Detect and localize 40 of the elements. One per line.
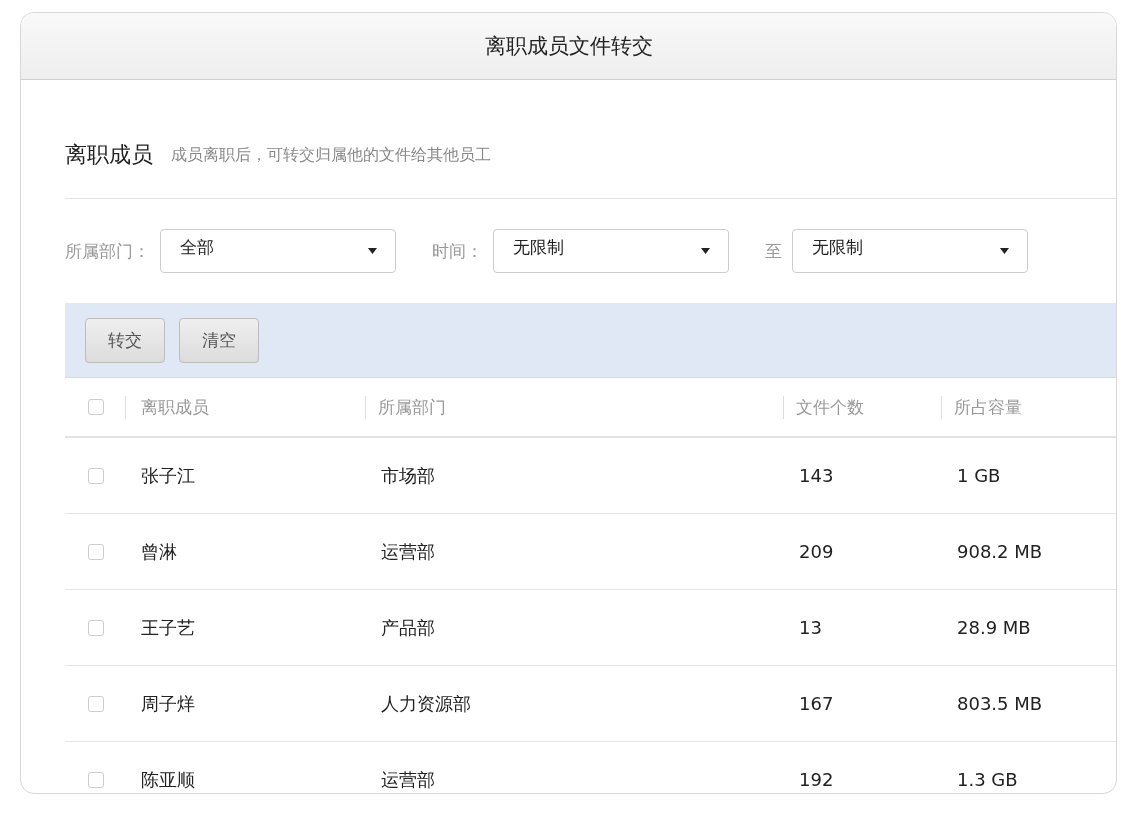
table-cell: 209 [799, 541, 834, 562]
table-cell: 28.9 MB [957, 617, 1031, 638]
table-cell: 167 [799, 693, 834, 714]
table-cell: 产品部 [381, 616, 435, 638]
table-cell: 王子艺 [141, 616, 195, 638]
table-cell: 周子烊 [141, 692, 195, 714]
dropdown[interactable]: 无限制 [792, 229, 1028, 273]
table-cell: 张子江 [141, 464, 195, 486]
caret-icon [368, 248, 377, 254]
filter-label: 所属部门： [65, 239, 150, 263]
dropdown[interactable]: 无限制 [493, 229, 729, 273]
checkbox[interactable] [88, 467, 104, 484]
table-cell: 陈亚顺 [141, 768, 195, 790]
section-title: 离职成员 [65, 141, 153, 169]
filter-label: 时间： [432, 239, 483, 263]
checkbox[interactable] [88, 399, 104, 415]
table-cell: 803.5 MB [957, 693, 1043, 714]
checkbox[interactable] [88, 695, 104, 712]
table-cell: 13 [799, 617, 822, 638]
table-cell: 192 [799, 769, 834, 790]
table-cell: 1 GB [957, 465, 1001, 486]
checkbox[interactable] [88, 543, 104, 560]
caret-icon [701, 248, 710, 254]
table-cell: 运营部 [381, 768, 435, 790]
section-description: 成员离职后，可转交归属他的文件给其他员工 [171, 144, 491, 166]
window-title: 离职成员文件转交 [484, 33, 653, 60]
table-cell: 运营部 [381, 540, 435, 562]
table-cell: 市场部 [381, 464, 435, 486]
checkbox[interactable] [88, 619, 104, 636]
dropdown[interactable]: 全部 [160, 229, 396, 273]
table-cell: 人力资源部 [381, 692, 471, 714]
caret-icon [1000, 248, 1009, 254]
table-cell: 曾淋 [141, 540, 177, 562]
filter-label: 至 [765, 239, 782, 263]
table-cell: 908.2 MB [957, 541, 1043, 562]
table-cell: 143 [799, 465, 834, 486]
table-cell: 1.3 GB [957, 769, 1018, 790]
checkbox[interactable] [88, 771, 104, 788]
toolbar-button[interactable]: 转交 [85, 317, 165, 363]
toolbar-button[interactable]: 清空 [179, 317, 259, 363]
